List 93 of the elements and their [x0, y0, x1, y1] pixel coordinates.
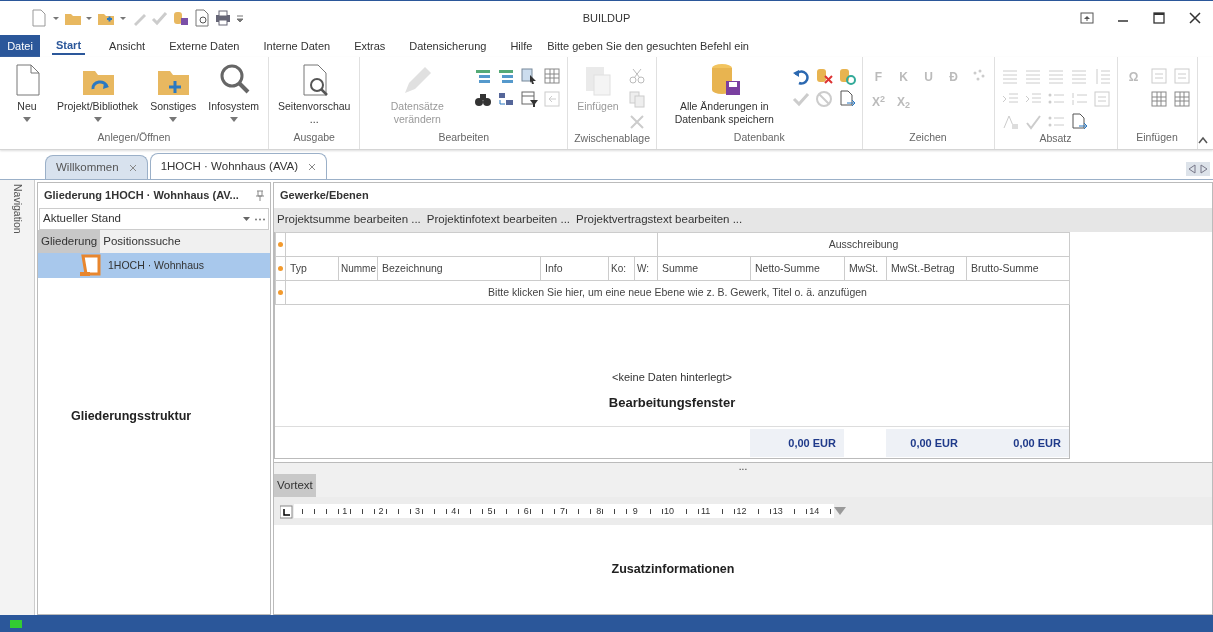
total-value: 0,00 EUR	[966, 429, 1069, 457]
column-header[interactable]: MwSt.-Betrag	[886, 256, 967, 281]
action-link[interactable]: Projektsumme bearbeiten ...	[277, 211, 421, 229]
tree-item[interactable]: 1HOCH · Wohnhaus	[38, 253, 270, 278]
check-icon[interactable]	[151, 9, 170, 27]
undo-icon[interactable]	[791, 67, 810, 85]
select-icon[interactable]	[520, 67, 539, 85]
window-title: BUILDUP	[582, 10, 631, 26]
action-link[interactable]: Projektinfotext bearbeiten ...	[426, 211, 571, 229]
ribbon-tab[interactable]: Ansicht	[97, 35, 158, 57]
ribbon-tab[interactable]: Extras	[342, 35, 398, 57]
group-label: Absatz	[1038, 131, 1073, 146]
pin-icon[interactable]	[256, 190, 264, 201]
column-header[interactable]: Ko:	[608, 256, 635, 281]
panel-caption: Bearbeitungsfenster	[608, 394, 736, 412]
export-icon[interactable]	[1069, 113, 1088, 131]
group-label: Bearbeiten	[437, 130, 491, 146]
paint-icon[interactable]	[1000, 113, 1019, 131]
list-icon[interactable]	[474, 67, 493, 85]
panel-caption: Gliederungsstruktur	[71, 407, 192, 425]
group-label: Einfügen	[1135, 130, 1179, 146]
delete-icon[interactable]	[627, 113, 646, 131]
column-header[interactable]: Typ	[285, 256, 339, 281]
ribbon-button[interactable]: Infosystem	[205, 61, 263, 122]
preview-icon[interactable]	[192, 9, 211, 27]
ribbon-button[interactable]: Seitenvorschau ...	[275, 61, 354, 126]
column-header[interactable]: Brutto-Summe	[966, 256, 1070, 281]
filter-icon[interactable]	[520, 90, 539, 108]
more-icon	[255, 217, 265, 221]
indent-marker-icon[interactable]	[834, 507, 846, 515]
page-icon[interactable]	[30, 9, 48, 27]
check-icon[interactable]	[791, 90, 810, 108]
panel-tab[interactable]: Gliederung	[38, 230, 101, 253]
panel-caption: Zusatzinformationen	[611, 561, 735, 579]
panel-tab[interactable]: Positionssuche	[100, 230, 184, 253]
splitter-handle[interactable]: ...	[738, 460, 748, 472]
panel-title: Gewerke/Ebenen	[280, 188, 369, 204]
text-tab[interactable]: Vortext	[274, 473, 316, 497]
ribbon-button[interactable]: Projekt/Bibliothek	[54, 61, 142, 122]
ribbon-tab[interactable]: Externe Daten	[157, 35, 252, 57]
export-icon[interactable]	[837, 90, 856, 108]
status-indicator-icon	[10, 619, 22, 628]
empty-message: <keine Daten hinterlegt>	[612, 369, 732, 385]
column-header[interactable]: Netto-Summe	[750, 256, 845, 281]
total-value: 0,00 EUR	[750, 429, 844, 457]
group-label: Zwischenablage	[574, 131, 651, 146]
column-header[interactable]: W:	[634, 256, 658, 281]
new-row-marker-icon	[277, 289, 284, 297]
column-header[interactable]: Numme	[338, 256, 378, 281]
document-tab[interactable]: Willkommen	[45, 155, 148, 179]
group-label: Zeichen	[908, 130, 948, 146]
document-icon	[78, 253, 102, 278]
ribbon-button[interactable]: Neu	[6, 61, 48, 122]
column-header[interactable]: Bezeichnung	[377, 256, 541, 281]
total-value: 0,00 EUR	[886, 429, 966, 457]
column-header[interactable]: Summe	[657, 256, 751, 281]
column-header[interactable]: MwSt.	[844, 256, 887, 281]
database-icon[interactable]	[172, 9, 190, 27]
table-icon[interactable]	[1149, 90, 1168, 108]
ribbon-tab[interactable]: Interne Daten	[251, 35, 343, 57]
caret-icon	[242, 217, 250, 221]
replace-icon[interactable]	[497, 90, 516, 108]
action-link[interactable]: Projektvertragstext bearbeiten ...	[576, 211, 743, 229]
ribbon-button[interactable]: Sonstiges	[147, 61, 200, 122]
column-header[interactable]: Info	[540, 256, 609, 281]
database-icon[interactable]	[837, 67, 856, 85]
version-dropdown[interactable]: Aktueller Stand	[39, 208, 269, 230]
copy-icon[interactable]	[627, 90, 646, 108]
collapse-icon[interactable]	[1197, 135, 1208, 144]
new-row-marker-icon	[277, 241, 284, 249]
ribbon-tab[interactable]: Datensicherung	[397, 35, 499, 57]
maximize-icon[interactable]	[1150, 9, 1168, 27]
new-row-hint[interactable]: Bitte klicken Sie hier, um eine neue Ebene wie z. B. Gewerk, Titel o. ä. anzufügen	[285, 280, 1070, 305]
new-row-marker-icon	[277, 265, 284, 273]
group-label: Ausgabe	[292, 130, 336, 146]
printer-icon[interactable]	[213, 9, 232, 27]
group-label: Datenbank	[732, 130, 786, 146]
ribbon-button[interactable]: Alle Änderungen in Datenbank speichern	[663, 61, 786, 126]
group-label: Anlegen/Öffnen	[96, 130, 172, 146]
scissors-icon[interactable]	[627, 67, 646, 85]
spellcheck-icon[interactable]	[1023, 113, 1042, 131]
restore-icon[interactable]	[1078, 9, 1096, 27]
ribbon-tab[interactable]: Start	[52, 37, 86, 55]
scroll-left-icon[interactable]	[1186, 162, 1199, 177]
panel-title: Gliederung 1HOCH · Wohnhaus (AV...	[44, 188, 239, 204]
command-search-field[interactable]: Bitte geben Sie den gesuchten Befehl ein	[547, 37, 749, 55]
file-menu-button[interactable]: Datei	[0, 35, 40, 57]
ribbon-tab[interactable]: Hilfe	[498, 35, 545, 57]
database-icon[interactable]	[814, 67, 833, 85]
column-band-header: Ausschreibung	[657, 232, 1070, 257]
table-icon[interactable]	[1172, 90, 1191, 108]
document-tab[interactable]: 1HOCH · Wohnhaus (AVA)	[149, 153, 328, 179]
scroll-right-icon[interactable]	[1198, 162, 1211, 177]
